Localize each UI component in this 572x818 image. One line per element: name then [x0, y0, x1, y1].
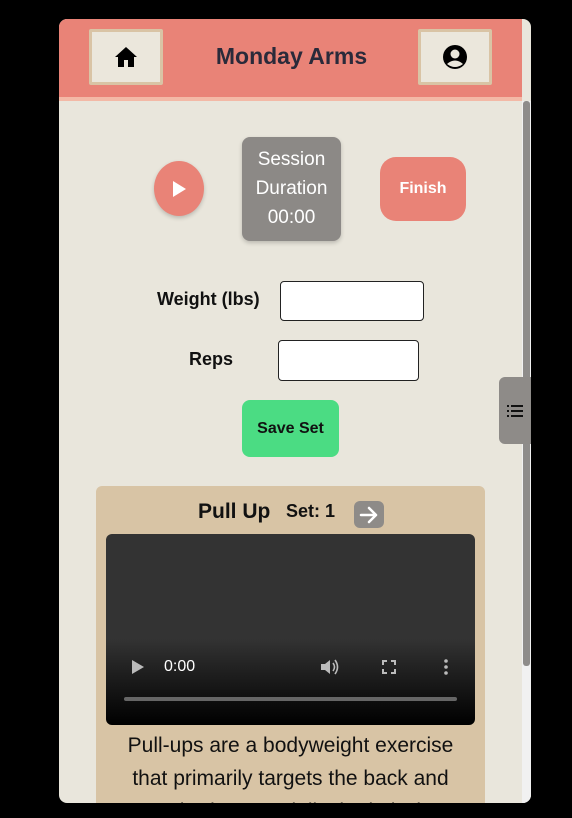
page-title: Monday Arms — [215, 43, 368, 69]
exercise-video-player[interactable]: 0:00 — [106, 534, 475, 725]
arrow-right-icon — [359, 506, 378, 523]
scrollbar[interactable] — [522, 101, 531, 803]
home-icon — [115, 47, 137, 67]
duration-label: Duration — [255, 178, 328, 199]
exercise-description: Pull-ups are a bodyweight exercise that … — [120, 734, 460, 803]
list-icon — [507, 404, 523, 417]
save-set-button[interactable]: Save Set — [242, 400, 339, 457]
weight-input[interactable] — [280, 281, 424, 321]
exercise-name: Pull Up — [198, 500, 271, 523]
home-button[interactable] — [89, 29, 163, 85]
video-time: 0:00 — [164, 658, 196, 675]
video-play-icon[interactable] — [132, 660, 144, 674]
fullscreen-icon[interactable] — [382, 660, 396, 674]
header-bar: Monday Arms — [59, 19, 522, 101]
session-label: Session — [257, 149, 326, 170]
exercise-card: Pull Up Set: 1 0:00 Pull-ups are a bodyw… — [96, 486, 485, 803]
next-exercise-button[interactable] — [354, 501, 384, 528]
weight-label: Weight (lbs) — [157, 289, 260, 309]
account-circle-icon — [443, 45, 467, 69]
side-panel-toggle[interactable] — [499, 377, 531, 444]
reps-label: Reps — [189, 349, 234, 369]
duration-value: 00:00 — [267, 207, 316, 228]
volume-icon[interactable] — [320, 658, 342, 676]
more-options-icon[interactable] — [444, 659, 448, 675]
session-duration-display: Session Duration 00:00 — [242, 137, 341, 241]
reps-input[interactable] — [278, 340, 419, 381]
play-button[interactable] — [154, 161, 204, 216]
finish-button[interactable]: Finish — [380, 157, 466, 221]
app-window: Monday Arms Session Duration 00:00 Finis… — [59, 19, 531, 803]
video-progress-bar[interactable] — [124, 697, 457, 701]
profile-button[interactable] — [418, 29, 492, 85]
set-counter: Set: 1 — [286, 501, 336, 521]
play-icon — [173, 180, 186, 197]
